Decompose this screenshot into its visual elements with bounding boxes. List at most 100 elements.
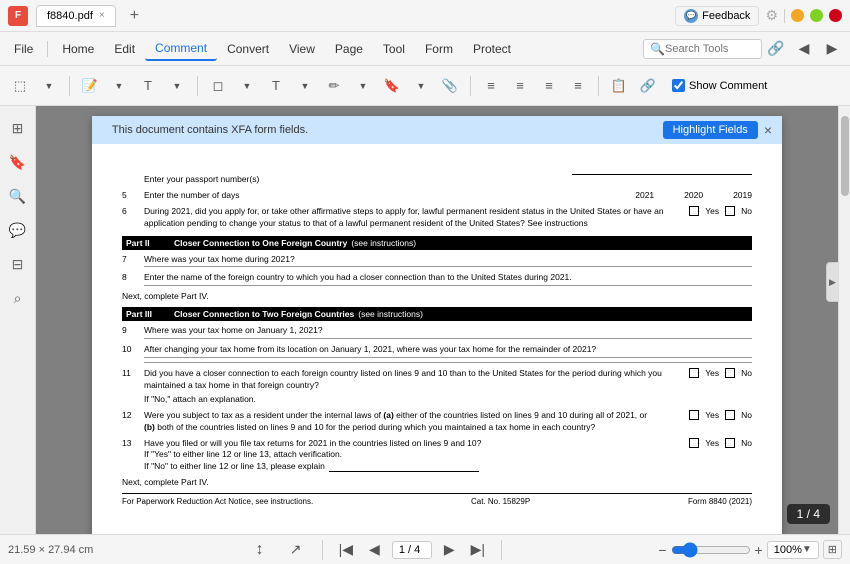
toolbar-btn-attach[interactable]: 📎 bbox=[436, 72, 464, 100]
line6-no-cb[interactable] bbox=[725, 206, 735, 216]
tab-close-button[interactable]: × bbox=[99, 10, 105, 21]
part2-header: Part II Closer Connection to One Foreign… bbox=[122, 236, 752, 250]
pdf-row-5: 5 Enter the number of days 2021 2020 201… bbox=[122, 190, 752, 202]
toolbar-btn-dropdown-1[interactable]: ▼ bbox=[35, 72, 63, 100]
toolbar-btn-dropdown-4[interactable]: ▼ bbox=[233, 72, 261, 100]
line11-yes-cb[interactable] bbox=[689, 368, 699, 378]
sidebar-find-icon[interactable]: ⌕ bbox=[4, 284, 32, 312]
right-page-toggle-button[interactable]: ▶ bbox=[826, 262, 838, 302]
toolbar-btn-dropdown-7[interactable]: ▼ bbox=[407, 72, 435, 100]
line6-yes-cb[interactable] bbox=[689, 206, 699, 216]
zoom-out-button[interactable]: − bbox=[658, 542, 666, 558]
minimize-button[interactable] bbox=[791, 9, 804, 22]
xfa-banner: This document contains XFA form fields. … bbox=[92, 116, 782, 144]
menu-page[interactable]: Page bbox=[325, 38, 373, 60]
toolbar-btn-dropdown-5[interactable]: ▼ bbox=[291, 72, 319, 100]
zoom-dropdown-button[interactable]: ▼ bbox=[802, 544, 812, 555]
line11-no-cb[interactable] bbox=[725, 368, 735, 378]
pdf-row-8: 8 Enter the name of the foreign country … bbox=[122, 272, 752, 287]
pdf-footer: For Paperwork Reduction Act Notice, see … bbox=[122, 493, 752, 506]
menu-view[interactable]: View bbox=[279, 38, 325, 60]
highlight-fields-button[interactable]: Highlight Fields bbox=[663, 121, 758, 139]
line9-num: 9 bbox=[122, 325, 138, 335]
pdf-document-content: Enter your passport number(s) 5 Enter th… bbox=[92, 144, 782, 516]
line12-no-cb[interactable] bbox=[725, 410, 735, 420]
toolbar-btn-dropdown-3[interactable]: ▼ bbox=[163, 72, 191, 100]
part2-instruct: (see instructions) bbox=[351, 238, 416, 248]
menu-edit[interactable]: Edit bbox=[104, 38, 145, 60]
sidebar-layers-icon[interactable]: ⊟ bbox=[4, 250, 32, 278]
line11-subtext: If "No," attach an explanation. bbox=[144, 394, 689, 406]
toolbar-btn-highlight[interactable]: T bbox=[134, 72, 162, 100]
toolbar-btn-note[interactable]: 📝 bbox=[76, 72, 104, 100]
line6-yes-label: Yes bbox=[705, 206, 719, 216]
toolbar-btn-10[interactable]: 🔗 bbox=[634, 72, 662, 100]
next-page-button[interactable]: ▶ bbox=[440, 539, 459, 560]
pdf-row-7: 7 Where was your tax home during 2021? bbox=[122, 254, 752, 269]
hand-tool-button[interactable]: ↗ bbox=[282, 536, 310, 564]
line8-field bbox=[144, 285, 752, 286]
search-tools-area[interactable]: 🔍 bbox=[643, 39, 762, 59]
line13-yes-cb[interactable] bbox=[689, 438, 699, 448]
line13-no-cb[interactable] bbox=[725, 438, 735, 448]
maximize-button[interactable] bbox=[810, 9, 823, 22]
sidebar-search-icon[interactable]: 🔍 bbox=[4, 182, 32, 210]
tab-item[interactable]: f8840.pdf × bbox=[36, 5, 116, 27]
toolbar-btn-text[interactable]: T bbox=[262, 72, 290, 100]
nav-back-button[interactable]: ◀ bbox=[790, 35, 818, 63]
sidebar-comment-icon[interactable]: 💬 bbox=[4, 216, 32, 244]
sidebar-thumbnail-icon[interactable]: ⊞ bbox=[4, 114, 32, 142]
fit-page-button[interactable]: ⊞ bbox=[823, 540, 842, 559]
divider-icon: ⚙ bbox=[765, 7, 778, 24]
line13-yes-label: Yes bbox=[705, 438, 719, 448]
line10-field bbox=[144, 357, 752, 358]
line9-text: Where was your tax home on January 1, 20… bbox=[144, 325, 323, 335]
toolbar-btn-1[interactable]: ⬚ bbox=[6, 72, 34, 100]
toolbar: ⬚ ▼ 📝 ▼ T ▼ ◻ ▼ T ▼ ✏ ▼ 🔖 ▼ 📎 ≡ ≡ ≡ ≡ 📋 … bbox=[0, 66, 850, 106]
menu-convert[interactable]: Convert bbox=[217, 38, 279, 60]
toolbar-btn-dropdown-6[interactable]: ▼ bbox=[349, 72, 377, 100]
zoom-in-button[interactable]: + bbox=[755, 542, 763, 558]
zoom-area: − + 100% ▼ ⊞ bbox=[658, 540, 842, 559]
pdf-row-10: 10 After changing your tax home from its… bbox=[122, 344, 752, 364]
scrollbar-thumb[interactable] bbox=[841, 116, 849, 196]
toolbar-btn-8[interactable]: ≡ bbox=[564, 72, 592, 100]
menu-form[interactable]: Form bbox=[415, 38, 463, 60]
line12-yes-cb[interactable] bbox=[689, 410, 699, 420]
toolbar-btn-6[interactable]: ≡ bbox=[506, 72, 534, 100]
line11-no-label: No bbox=[741, 368, 752, 378]
external-link-button[interactable]: 🔗 bbox=[762, 35, 790, 63]
search-tools-input[interactable] bbox=[665, 43, 755, 55]
toolbar-btn-pen[interactable]: ✏ bbox=[320, 72, 348, 100]
xfa-banner-close-button[interactable]: × bbox=[764, 122, 772, 138]
show-comment-label[interactable]: Show Comment bbox=[689, 80, 767, 92]
prev-page-button[interactable]: ◀ bbox=[365, 539, 384, 560]
zoom-value-display: 100% ▼ bbox=[767, 541, 819, 559]
right-scrollbar[interactable] bbox=[838, 106, 850, 534]
toolbar-btn-5[interactable]: ≡ bbox=[477, 72, 505, 100]
pdf-row-9: 9 Where was your tax home on January 1, … bbox=[122, 325, 752, 340]
last-page-button[interactable]: ▶| bbox=[467, 539, 489, 560]
show-comment-checkbox[interactable] bbox=[672, 79, 685, 92]
menu-file[interactable]: File bbox=[4, 38, 43, 60]
menu-home[interactable]: Home bbox=[52, 38, 104, 60]
toolbar-btn-7[interactable]: ≡ bbox=[535, 72, 563, 100]
line12a-label: (a) bbox=[383, 410, 393, 420]
menu-tool[interactable]: Tool bbox=[373, 38, 415, 60]
nav-forward-button[interactable]: ▶ bbox=[818, 35, 846, 63]
zoom-slider[interactable] bbox=[671, 542, 751, 558]
close-button[interactable] bbox=[829, 9, 842, 22]
sidebar-bookmark-icon[interactable]: 🔖 bbox=[4, 148, 32, 176]
feedback-button[interactable]: 💬 Feedback bbox=[675, 6, 759, 26]
first-page-button[interactable]: |◀ bbox=[335, 539, 357, 560]
menu-comment[interactable]: Comment bbox=[145, 37, 217, 61]
add-tab-button[interactable]: + bbox=[124, 5, 145, 27]
show-comment-area: Show Comment bbox=[672, 79, 767, 92]
line13-no-label: No bbox=[741, 438, 752, 448]
menu-protect[interactable]: Protect bbox=[463, 38, 521, 60]
cursor-tool-button[interactable]: ↕ bbox=[246, 536, 274, 564]
toolbar-btn-dropdown-2[interactable]: ▼ bbox=[105, 72, 133, 100]
toolbar-btn-shape[interactable]: ◻ bbox=[204, 72, 232, 100]
toolbar-btn-stamp[interactable]: 🔖 bbox=[378, 72, 406, 100]
toolbar-btn-9[interactable]: 📋 bbox=[605, 72, 633, 100]
